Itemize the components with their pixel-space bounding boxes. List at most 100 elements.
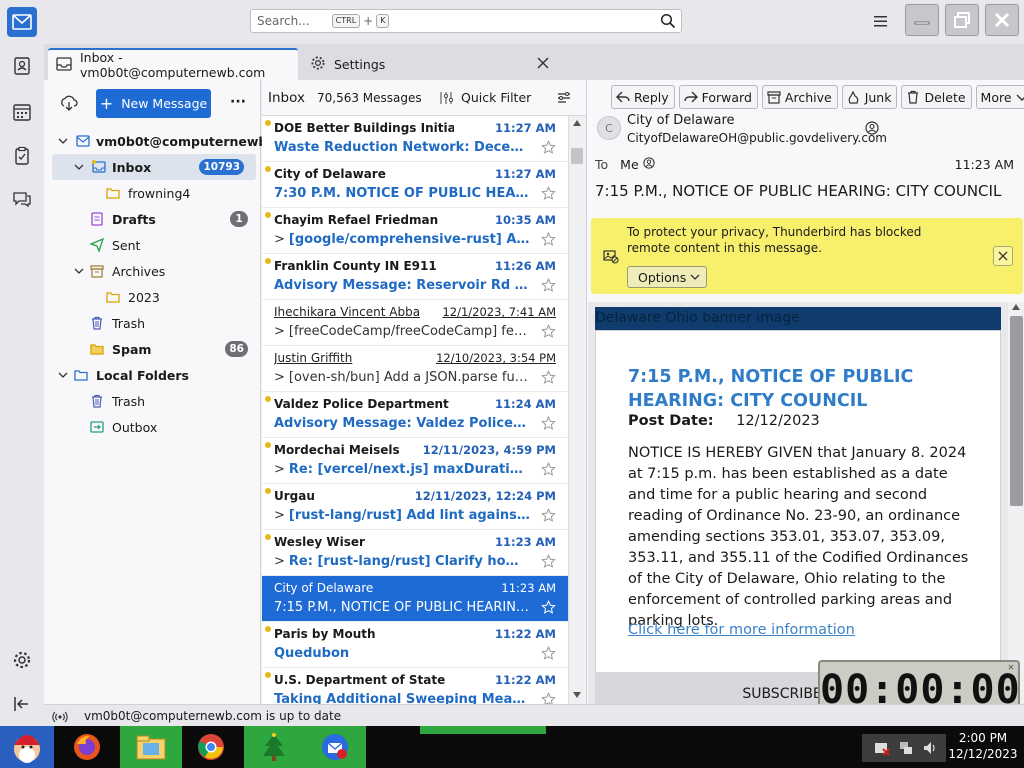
- message-row[interactable]: Justin Griffith 12/10/2023, 3:54 PM > [oven…: [262, 346, 568, 392]
- message-row[interactable]: Valdez Police Department 11:24 AM Advisory…: [262, 392, 568, 438]
- sender-email[interactable]: CityofDelawareOH@public.govdelivery.com: [627, 131, 887, 145]
- junk-button[interactable]: Junk: [841, 85, 898, 109]
- message-row[interactable]: Ihechikara Vincent Abba 12/1/2023, 7:41 A…: [262, 300, 568, 346]
- message-row[interactable]: Mordechai Meisels 12/11/2023, 4:59 PM > Re:…: [262, 438, 568, 484]
- star-icon[interactable]: [541, 508, 556, 526]
- quick-filter-button[interactable]: Quick Filter: [440, 90, 531, 105]
- star-icon[interactable]: [541, 462, 556, 480]
- chevron-down-icon[interactable]: [58, 370, 68, 380]
- folder-outbox[interactable]: Outbox: [44, 414, 260, 440]
- folder-frowning4[interactable]: frowning4: [44, 180, 260, 206]
- chevron-down-icon[interactable]: [58, 136, 68, 146]
- star-icon[interactable]: [541, 692, 556, 704]
- search-input[interactable]: Search... CTRL + K: [250, 9, 682, 33]
- timer-close-icon[interactable]: ✕: [1008, 662, 1015, 674]
- folder-inbox[interactable]: Inbox 10793: [52, 154, 256, 180]
- firefox-taskbar-icon[interactable]: [64, 726, 110, 768]
- search-icon[interactable]: [660, 13, 676, 32]
- account-row[interactable]: vm0b0t@computernewb....: [44, 128, 286, 154]
- close-tab-icon[interactable]: [536, 56, 550, 73]
- scroll-up-icon[interactable]: [573, 120, 581, 126]
- get-messages-icon[interactable]: [60, 94, 78, 115]
- star-icon[interactable]: [541, 600, 556, 618]
- chevron-down-icon[interactable]: [74, 266, 84, 276]
- message-row[interactable]: U.S. Department of State 11:22 AM Taking A…: [262, 668, 568, 704]
- chevron-down-icon[interactable]: [74, 162, 84, 172]
- sender-name[interactable]: City of Delaware: [627, 113, 735, 128]
- star-icon[interactable]: [541, 646, 556, 664]
- archive-button[interactable]: Archive: [761, 85, 838, 109]
- star-icon[interactable]: [541, 554, 556, 572]
- star-icon[interactable]: [541, 324, 556, 342]
- close-window-button[interactable]: [985, 4, 1019, 36]
- thread-chevron-icon[interactable]: >: [274, 462, 285, 477]
- network-error-icon[interactable]: [874, 740, 890, 756]
- forward-button[interactable]: Forward: [678, 85, 758, 109]
- reading-pane-scrollbar[interactable]: [1008, 302, 1024, 704]
- network-icon[interactable]: [898, 740, 914, 756]
- folder-archives[interactable]: Archives: [44, 258, 260, 284]
- maximize-button[interactable]: [945, 4, 979, 36]
- system-clock[interactable]: 2:00 PM 12/12/2023: [946, 730, 1020, 762]
- list-display-options-icon[interactable]: [556, 90, 572, 109]
- folder-spam[interactable]: Spam 86: [44, 336, 260, 362]
- thunderbird-taskbar-icon[interactable]: [304, 726, 366, 768]
- scroll-up-icon[interactable]: [1012, 304, 1020, 310]
- scroll-down-icon[interactable]: [573, 692, 581, 698]
- star-icon[interactable]: [541, 416, 556, 434]
- message-list-scrollbar[interactable]: [568, 116, 585, 704]
- more-options-icon[interactable]: ···: [230, 94, 246, 110]
- star-icon[interactable]: [541, 370, 556, 388]
- tab-settings[interactable]: Settings: [302, 48, 550, 80]
- close-notification-button[interactable]: [993, 246, 1013, 266]
- chrome-taskbar-icon[interactable]: [186, 726, 236, 768]
- xmas-tree-taskbar-icon[interactable]: [244, 726, 304, 768]
- options-button[interactable]: Options: [627, 266, 708, 288]
- chat-icon[interactable]: [12, 190, 32, 210]
- more-info-link[interactable]: Click here for more information: [628, 622, 855, 638]
- scroll-thumb[interactable]: [1010, 316, 1023, 506]
- star-icon[interactable]: [541, 186, 556, 204]
- message-row[interactable]: Wesley Wiser 11:23 AM > Re: [rust-lang/rust…: [262, 530, 568, 576]
- local-folders-row[interactable]: Local Folders: [44, 362, 260, 388]
- folder-trash[interactable]: Trash: [44, 310, 260, 336]
- tasks-icon[interactable]: [12, 146, 32, 166]
- settings-gear-icon[interactable]: [12, 650, 32, 670]
- folder-local-trash[interactable]: Trash: [44, 388, 260, 414]
- address-book-icon[interactable]: [12, 56, 32, 76]
- star-icon[interactable]: [541, 232, 556, 250]
- delete-button[interactable]: Delete: [901, 85, 972, 109]
- app-menu-icon[interactable]: [872, 12, 890, 30]
- new-message-button[interactable]: + New Message: [96, 89, 211, 118]
- tab-inbox[interactable]: Inbox - vm0b0t@computernewb.com: [48, 48, 298, 80]
- taskbar-running-app[interactable]: [420, 726, 546, 734]
- mail-app-icon[interactable]: [7, 7, 37, 37]
- recipient-name[interactable]: Me: [620, 157, 638, 172]
- recipient-contact-icon[interactable]: [642, 157, 655, 172]
- thread-chevron-icon[interactable]: >: [274, 554, 285, 569]
- folder-drafts[interactable]: Drafts 1: [44, 206, 260, 232]
- scroll-thumb[interactable]: [571, 148, 583, 164]
- message-row[interactable]: DOE Better Buildings Initiative 11:27 AM W…: [262, 116, 568, 162]
- thread-chevron-icon[interactable]: >: [274, 324, 285, 339]
- thread-chevron-icon[interactable]: >: [274, 232, 285, 247]
- star-icon[interactable]: [541, 278, 556, 296]
- collapse-spaces-icon[interactable]: [12, 694, 32, 714]
- more-button[interactable]: More: [975, 85, 1024, 109]
- message-row[interactable]: City of Delaware 11:27 AM 7:30 P.M. NOTICE…: [262, 162, 568, 208]
- volume-icon[interactable]: [922, 740, 938, 756]
- add-contact-icon[interactable]: [865, 121, 879, 138]
- thread-chevron-icon[interactable]: >: [274, 508, 285, 523]
- message-row[interactable]: Chayim Refael Friedman 10:35 AM > [google/c…: [262, 208, 568, 254]
- thread-chevron-icon[interactable]: >: [274, 370, 285, 385]
- calendar-icon[interactable]: [12, 102, 32, 122]
- message-row[interactable]: Franklin County IN E911 11:26 AM Advisory …: [262, 254, 568, 300]
- file-explorer-taskbar-icon[interactable]: [120, 726, 182, 768]
- minimize-button[interactable]: [905, 4, 939, 36]
- star-icon[interactable]: [541, 140, 556, 158]
- message-row[interactable]: City of Delaware 11:23 AM 7:15 P.M., NOTIC…: [262, 576, 568, 622]
- message-row[interactable]: Urgau 12/11/2023, 12:24 PM > [rust-lang/rus…: [262, 484, 568, 530]
- message-row[interactable]: Paris by Mouth 11:22 AM Quedubon: [262, 622, 568, 668]
- start-button[interactable]: [0, 726, 54, 768]
- folder-sent[interactable]: Sent: [44, 232, 260, 258]
